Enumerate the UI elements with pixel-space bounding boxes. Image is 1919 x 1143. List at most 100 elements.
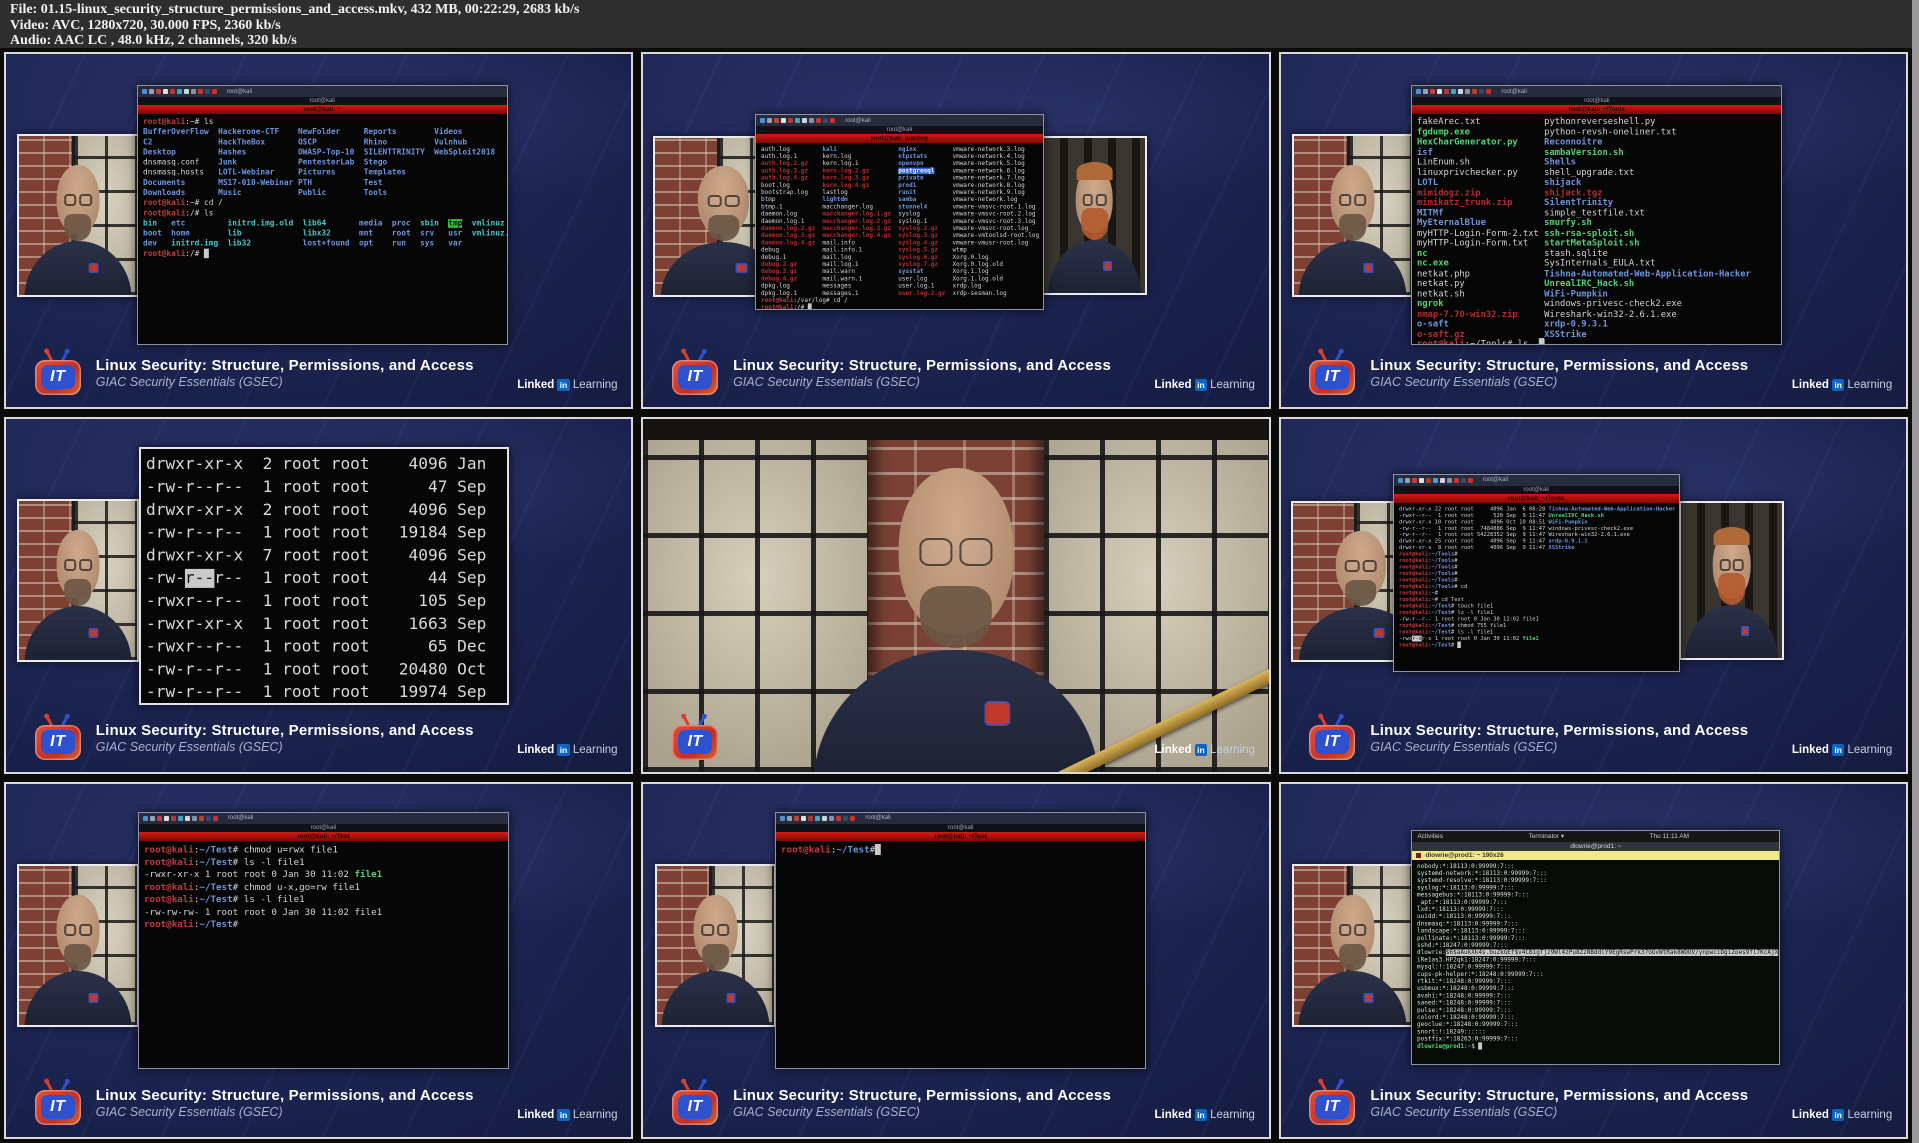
glasses-lens — [64, 559, 77, 571]
terminal-segment: vmware-vmusr-root.log — [952, 239, 1029, 247]
terminal-segment: :/# — [793, 304, 809, 310]
terminal-line: -rw-r--r-- 1 root root 44 Sep — [146, 567, 507, 590]
taskbar-icon — [148, 89, 154, 95]
terminal-line: root@kali:/# ls — [143, 209, 507, 219]
terminal-segment: linuxprivchecker.py — [1417, 168, 1545, 178]
video-frame-7: root@kali root@kali root@kali: ~/Test root@… — [0, 778, 637, 1143]
terminal-segment: debug — [761, 246, 823, 254]
itprotv-chest-logo — [1373, 628, 1385, 639]
course-caption: Linux Security: Structure, Permissions, … — [96, 357, 474, 389]
itprotv-logo-text: IT — [50, 733, 66, 750]
taskbar-icon — [1472, 89, 1478, 95]
taskbar-icon — [787, 815, 793, 821]
taskbar-icon — [1416, 89, 1422, 95]
terminal-segment: :/# — [184, 250, 204, 259]
terminal-segment: ~/Tools — [1431, 551, 1454, 558]
linkedin-learning-logo: Linked in Learning — [517, 1108, 618, 1121]
taskbar-icon — [177, 815, 183, 821]
terminal-line: root@kali:~/Test# ls -l file1 — [144, 893, 508, 905]
caption-bar: IT — [672, 716, 733, 760]
frame-background: root@kali root@kali root@kali: ~/Test root@… — [4, 782, 634, 1139]
terminal-segment: Xorg.0.log — [952, 254, 989, 261]
ceiling-beam — [643, 419, 1269, 441]
presenter-photo — [17, 864, 139, 1028]
frame-background: root@kali root@kali root@kali: ~/Tools drwx… — [1278, 417, 1908, 774]
terminal-segment: UnrealIRC_Hack.sh — [1548, 512, 1604, 519]
beard — [1345, 580, 1377, 607]
terminal-segment: ~/Tools — [1431, 583, 1454, 590]
terminal-tab-title: root@kali: ~/Tools — [1568, 106, 1625, 114]
terminal-taskbar: root@kali — [1412, 86, 1782, 98]
window-title-text: root@kali — [1523, 486, 1549, 493]
terminal-line: dlowrie:$6$aAukXk4s.buZkGEf$v4CB1gTjz9Wl… — [1417, 949, 1779, 956]
terminal-segment: myHTTP-Login-Form.txt — [1417, 238, 1545, 249]
terminal-line: root@kali:~/Test# chmod u-x,go=rw file1 — [144, 881, 508, 893]
glasses-icon — [1335, 194, 1370, 206]
terminal-segment: syslog.5.gz — [898, 246, 953, 254]
terminal-line: root@kali:~/Tools# cd — [1399, 583, 1679, 589]
terminal-line: -rw-r--r-- 1 root root 54228352 Sep 9 11… — [1399, 532, 1679, 538]
terminal-segment: o-saft.gz — [1417, 329, 1545, 340]
terminal-segment: syslog.2.gz — [898, 225, 953, 232]
terminal-segment: root — [391, 229, 420, 239]
caption-bar: IT Linux Security: Structure, Permissions… — [672, 351, 1111, 395]
terminal-segment: # cd Test — [1434, 596, 1464, 603]
terminal-segment: ~/Test — [1431, 609, 1451, 616]
head — [56, 530, 100, 606]
glasses-icon — [1335, 924, 1370, 936]
video-frame-9: Activities Terminator ▾ Thu 11:11 AM dlowri… — [1275, 778, 1912, 1143]
presenter-body — [24, 165, 132, 296]
course-subtitle: GIAC Security Essentials (GSEC) — [1370, 1105, 1558, 1119]
terminal-line: mysql:!:18247:0:99999:7::: — [1417, 964, 1779, 971]
taskbar-icon — [1460, 477, 1466, 483]
terminal-segment: # — [1453, 576, 1458, 583]
terminal-segment: LOTL-Webinar — [217, 168, 298, 178]
terminal-screen: root@kali:~# ls BufferOverFlow Hackerone-… — [137, 114, 507, 345]
terminal-line: rtkit:*:18248:0:99999:7::: — [1417, 978, 1779, 985]
terminal-segment: SILENTTRINITY — [363, 148, 434, 158]
glasses-lens — [79, 194, 92, 206]
terminal-segment: # chmod u-x,go=rw file1 — [232, 881, 360, 892]
terminal-line: auth.log.2.gz kern.log.1 openvpn vmware-… — [761, 160, 1042, 167]
linkedin-in-icon: in — [557, 1108, 570, 1121]
linkedin-learning-logo: Linked in Learning — [1792, 378, 1892, 391]
terminal-line: lxd:*:18113:0:99999:7::: — [1417, 906, 1779, 913]
terminal-line: linuxprivchecker.py shell_upgrade.txt — [1417, 168, 1781, 178]
terminal-segment: :~# — [184, 199, 204, 208]
terminal-tab-title: root@kali: ~/Test — [934, 832, 987, 840]
terminal-line: root@kali:~/Test# chmod u=rwx file1 — [144, 844, 508, 856]
terminal-segment: btmp.1 — [761, 203, 823, 211]
glasses-icon — [910, 537, 1002, 566]
caption-bar: IT Linux Security: Structure, Permissions… — [1309, 716, 1748, 760]
terminal-segment: vmware-network.log — [952, 196, 1018, 203]
taskbar-icon — [1465, 89, 1471, 95]
glasses-lens — [1354, 194, 1367, 206]
terminal-segment: WebSploit2018 — [433, 148, 495, 158]
terminal-segment: pulse:*:18248:0:99999:7::: — [1417, 1006, 1512, 1014]
terminal-window: Activities Terminator ▾ Thu 11:11 AM dlowri… — [1411, 829, 1781, 1065]
terminal-segment: Xorg.0.log.old — [952, 261, 1004, 268]
terminal-segment: MITMf — [1417, 208, 1545, 219]
terminal-line: nc.exe SysInternals_EULA.txt — [1417, 259, 1781, 269]
taskbar-window-label: root@kali — [1482, 477, 1509, 484]
terminal-segment: :~/Tools# — [1465, 340, 1518, 344]
course-title: Linux Security: Structure, Permissions, … — [95, 1087, 474, 1104]
terminal-segment: root@kali — [1398, 564, 1428, 570]
terminal-line: mimidogz.zip shijack.tgz — [1417, 188, 1781, 198]
terminal-line: fgdump.exe python-revsh-oneliner.txt — [1417, 128, 1781, 138]
terminal-line: MITMf simple_testfile.txt — [1417, 208, 1781, 218]
course-caption: Linux Security: Structure, Permissions, … — [733, 1087, 1111, 1119]
terminal-segment: root@kali — [1398, 583, 1428, 590]
terminal-segment: root@kali — [142, 250, 185, 259]
terminal-segment: root@kali — [142, 118, 185, 127]
caption-bar: IT Linux Security: Structure, Permissions… — [34, 351, 474, 395]
terminal-segment: debug.2.gz — [761, 261, 823, 268]
terminal-segment: netkat.php — [1417, 269, 1545, 279]
head — [693, 895, 738, 971]
terminal-line: usbmux:*:18248:0:99999:7::: — [1417, 985, 1779, 992]
terminal-segment: initrd.img.old — [227, 219, 303, 229]
terminal-segment: proc — [391, 219, 420, 229]
terminal-segment: vmlinuz — [471, 219, 505, 229]
terminal-segment: vmware-network.4.log — [952, 153, 1025, 160]
course-title: Linux Security: Structure, Permissions, … — [95, 357, 474, 374]
